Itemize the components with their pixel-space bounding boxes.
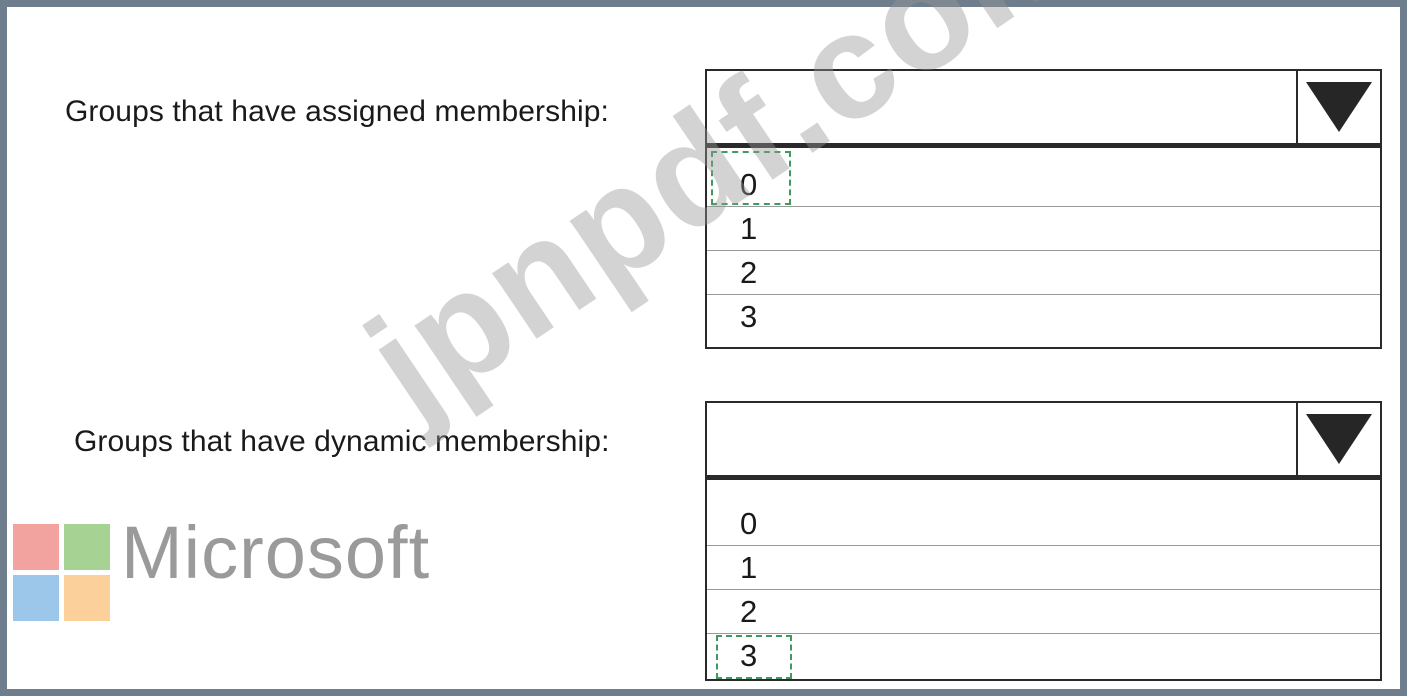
answer-highlight-box (711, 151, 791, 205)
logo-square-blue (13, 575, 59, 621)
assigned-membership-options: 0 1 2 3 (705, 145, 1382, 349)
dynamic-option-0[interactable]: 0 (707, 502, 1380, 546)
assigned-option-2[interactable]: 2 (707, 251, 1380, 295)
assigned-option-0[interactable]: 0 (707, 163, 1380, 207)
logo-square-yellow (64, 575, 110, 621)
answer-highlight-box (716, 635, 792, 679)
triangle-down-icon (1306, 82, 1372, 132)
assigned-dropdown-button[interactable] (1296, 71, 1380, 143)
dynamic-dropdown-button[interactable] (1296, 403, 1380, 475)
assigned-option-3[interactable]: 3 (707, 295, 1380, 339)
option-text: 1 (740, 550, 758, 585)
option-text: 1 (740, 211, 758, 246)
option-text: 2 (740, 255, 758, 290)
microsoft-logo-text: Microsoft (121, 511, 431, 594)
assigned-option-1[interactable]: 1 (707, 207, 1380, 251)
dynamic-option-2[interactable]: 2 (707, 590, 1380, 634)
triangle-down-icon (1306, 414, 1372, 464)
option-text: 3 (740, 299, 758, 334)
dynamic-membership-label: Groups that have dynamic membership: (74, 425, 610, 458)
dynamic-option-3[interactable]: 3 (707, 634, 1380, 678)
assigned-membership-dropdown[interactable] (705, 69, 1382, 145)
assigned-membership-label: Groups that have assigned membership: (65, 95, 609, 128)
option-text: 0 (740, 506, 758, 541)
dynamic-membership-dropdown[interactable] (705, 401, 1382, 477)
dynamic-membership-options: 0 1 2 3 (705, 477, 1382, 681)
answer-area-frame: Groups that have assigned membership: 0 … (0, 0, 1407, 696)
logo-square-red (13, 524, 59, 570)
logo-square-green (64, 524, 110, 570)
dynamic-option-1[interactable]: 1 (707, 546, 1380, 590)
option-text: 2 (740, 594, 758, 629)
